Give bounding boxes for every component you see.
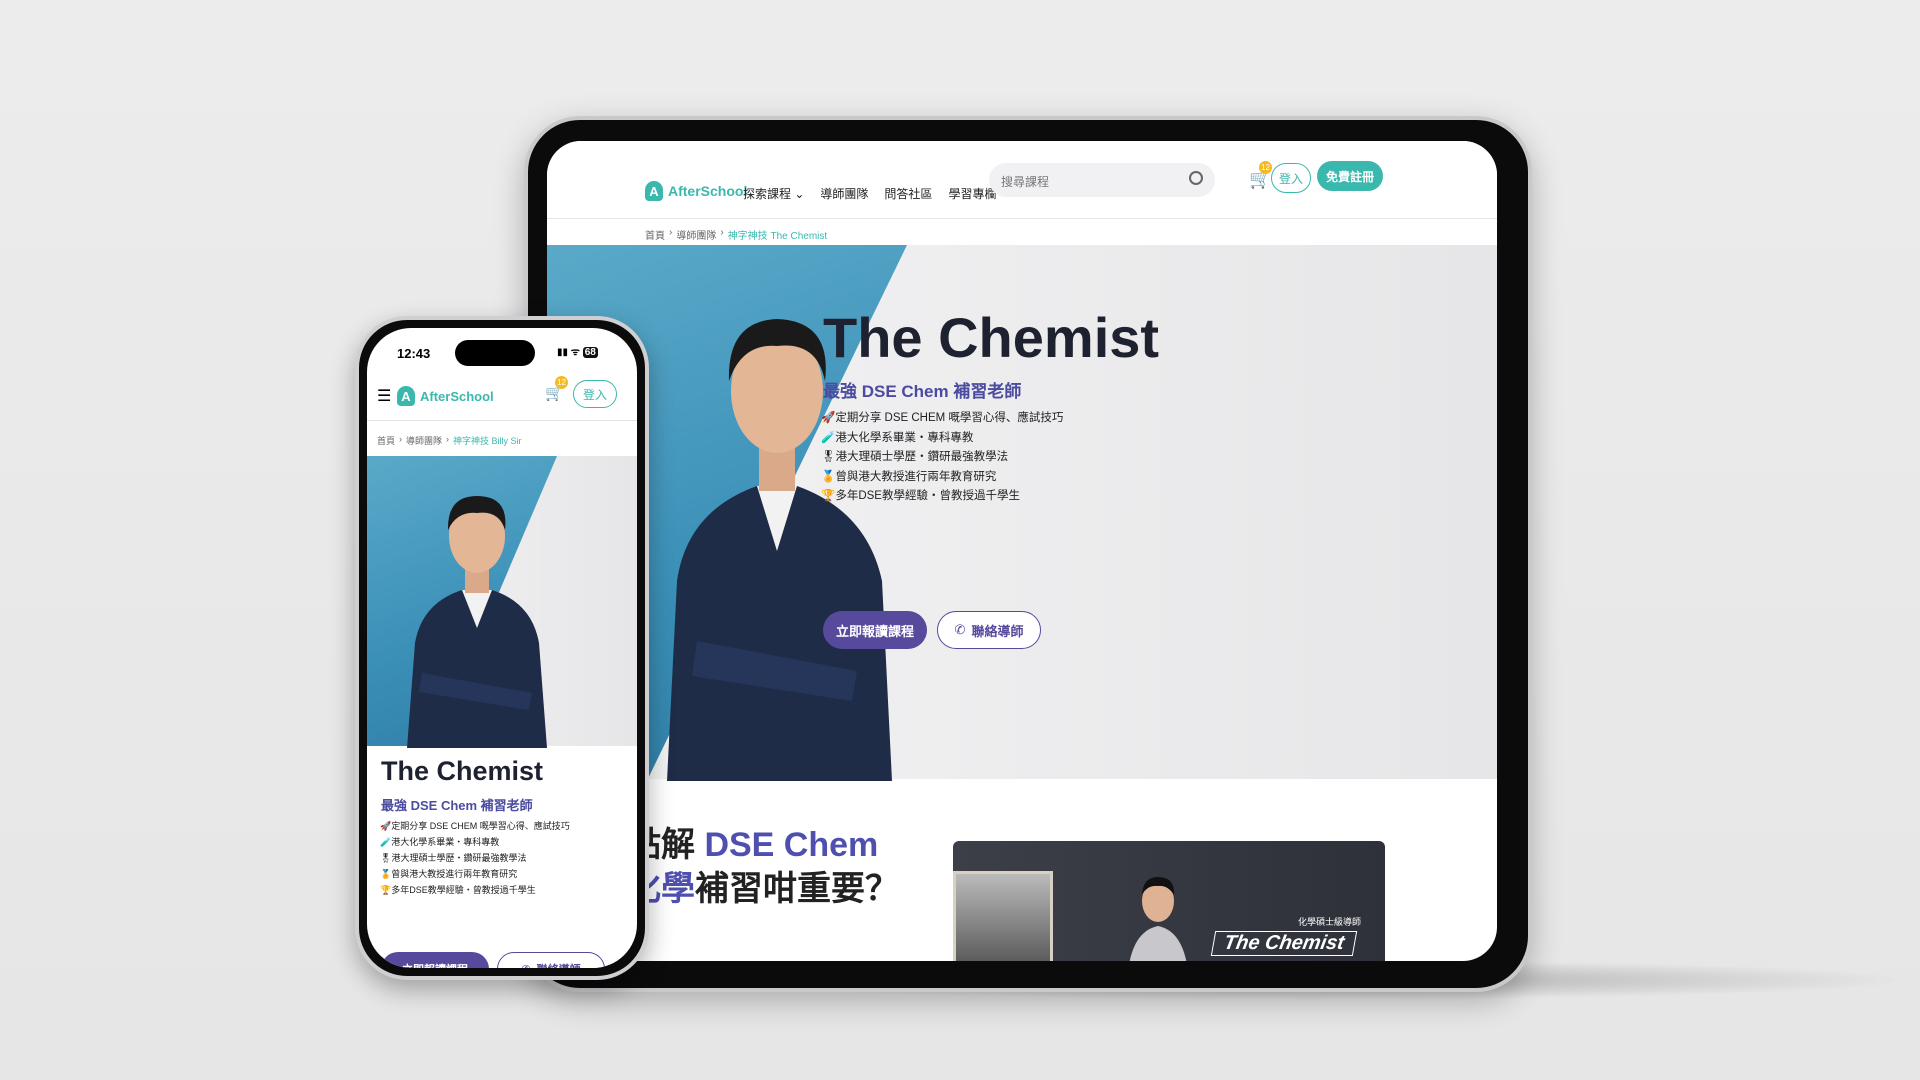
video-caption-small: 化學碩士級導師 (1297, 917, 1361, 927)
login-button[interactable]: 登入 (1271, 163, 1311, 193)
phone-device: 12:43 ▮▮ ᯤ 68 ☰ A AfterSchool 🛒 12 登入 首頁 › 導… (355, 316, 649, 980)
test-tube-icon: 🧪 (821, 431, 836, 444)
status-time: 12:43 (397, 346, 431, 361)
hero-point: 🏅曾與港大教授進行兩年教育研究 (380, 869, 518, 879)
video-painting (953, 871, 1053, 961)
breadcrumb: 首頁 › 導師團隊 › 神字神技 Billy Sir (377, 434, 522, 447)
logo[interactable]: A AfterSchool (397, 386, 494, 406)
trophy-icon: 🏆 (821, 490, 836, 502)
register-button[interactable]: 免費註冊 (1317, 161, 1383, 191)
top-nav: A AfterSchool 探索課程 ⌄ 導師團隊 問答社區 學習專欄 搜尋課程 … (547, 141, 1497, 219)
nav-divider (367, 420, 637, 421)
hero-point: 🏅曾與港大教授進行兩年教育研究 (821, 470, 997, 483)
hero-point: 🏆多年DSE教學經驗・曾教授過千學生 (821, 490, 1020, 502)
whatsapp-icon: ✆ (521, 963, 530, 969)
phone-screen: 12:43 ▮▮ ᯤ 68 ☰ A AfterSchool 🛒 12 登入 首頁 › 導… (367, 328, 637, 968)
medal-icon: 🎖 (380, 853, 392, 863)
hero-point: 🚀定期分享 DSE CHEM 嘅學習心得、應試技巧 (380, 821, 570, 831)
dynamic-island (455, 340, 535, 366)
breadcrumb-current: 神字神技 Billy Sir (453, 436, 522, 446)
video-caption: The Chemist (1210, 931, 1358, 956)
test-tube-icon: 🧪 (380, 837, 392, 847)
breadcrumb-home[interactable]: 首頁 (377, 434, 395, 447)
rocket-icon: 🚀 (821, 412, 836, 424)
hero-subtitle: 最強 DSE Chem 補習老師 (823, 382, 1022, 401)
rocket-icon: 🚀 (380, 821, 392, 831)
hero-point: 🧪港大化學系畢業・專科專教 (821, 431, 974, 444)
tablet-screen: A AfterSchool 探索課程 ⌄ 導師團隊 問答社區 學習專欄 搜尋課程 … (547, 141, 1497, 961)
hero-point: 🧪港大化學系畢業・專科專教 (380, 837, 500, 847)
enroll-button[interactable]: 立即報讀課程 (823, 611, 927, 649)
cart-icon[interactable]: 🛒 12 (1249, 161, 1272, 190)
breadcrumb-tutors[interactable]: 導師團隊 (676, 227, 716, 242)
menu-icon[interactable]: ☰ (377, 386, 391, 406)
hero-points: 🚀定期分享 DSE CHEM 嘅學習心得、應試技巧 🧪港大化學系畢業・專科專教 … (821, 409, 1063, 507)
logo[interactable]: A AfterSchool (645, 181, 747, 201)
breadcrumb-current: 神字神技 The Chemist (727, 231, 828, 242)
hero-points: 🚀定期分享 DSE CHEM 嘅學習心得、應試技巧 🧪港大化學系畢業・專科專教 … (380, 818, 570, 898)
search-icon[interactable] (1189, 171, 1203, 185)
hero-title: The Chemist (823, 306, 1160, 369)
contact-tutor-button[interactable]: ✆聯絡導師 (937, 611, 1041, 649)
logo-icon: A (397, 386, 415, 406)
nav-explore-courses[interactable]: 探索課程 ⌄ (743, 185, 804, 202)
nav-qa[interactable]: 問答社區 (884, 185, 932, 202)
logo-text: AfterSchool (420, 388, 494, 404)
section-heading: 點解 DSE Chem 化學補習咁重要？ (627, 826, 899, 908)
tutor-photo (407, 496, 547, 748)
battery-icon: 68 (582, 347, 598, 358)
cart-badge: 12 (555, 376, 568, 389)
whatsapp-icon: ✆ (954, 622, 966, 637)
hero-point: 🚀定期分享 DSE CHEM 嘅學習心得、應試技巧 (821, 412, 1064, 424)
hero-point: 🏆多年DSE教學經驗・曾教授過千學生 (380, 885, 536, 895)
hero-title: The Chemist (381, 756, 544, 786)
nav-tutors[interactable]: 導師團隊 (820, 185, 868, 202)
contact-tutor-button[interactable]: ✆聯絡導師 (497, 952, 605, 968)
video-presenter (1129, 877, 1187, 961)
logo-text: AfterSchool (668, 183, 748, 199)
cart-icon[interactable]: 🛒 12 (545, 376, 568, 402)
medal-icon: 🏅 (380, 869, 392, 879)
nav-blog[interactable]: 學習專欄 (948, 185, 996, 202)
intro-video[interactable]: 化學碩士級導師 The Chemist (953, 841, 1385, 961)
logo-icon: A (645, 181, 663, 201)
search-input[interactable]: 搜尋課程 (989, 163, 1215, 197)
trophy-icon: 🏆 (380, 885, 392, 895)
breadcrumb-home[interactable]: 首頁 (645, 227, 665, 242)
status-icons: ▮▮ ᯤ 68 (557, 347, 598, 358)
medal-icon: 🏅 (821, 470, 836, 483)
hero-point: 🎖港大理碩士學歷・鑽研最強教學法 (380, 853, 527, 863)
cart-badge: 12 (1259, 161, 1272, 174)
hero-subtitle: 最強 DSE Chem 補習老師 (381, 798, 533, 813)
login-button[interactable]: 登入 (573, 380, 617, 408)
breadcrumb: 首頁 › 導師團隊 › 神字神技 The Chemist (645, 227, 828, 242)
enroll-button[interactable]: 立即報讀課程 (381, 952, 489, 968)
hero-point: 🎖港大理碩士學歷・鑽研最強教學法 (821, 451, 1009, 463)
breadcrumb-tutors[interactable]: 導師團隊 (406, 434, 442, 447)
tablet-device: A AfterSchool 探索課程 ⌄ 導師團隊 問答社區 學習專欄 搜尋課程 … (524, 116, 1532, 992)
medal-icon: 🎖 (821, 451, 836, 463)
